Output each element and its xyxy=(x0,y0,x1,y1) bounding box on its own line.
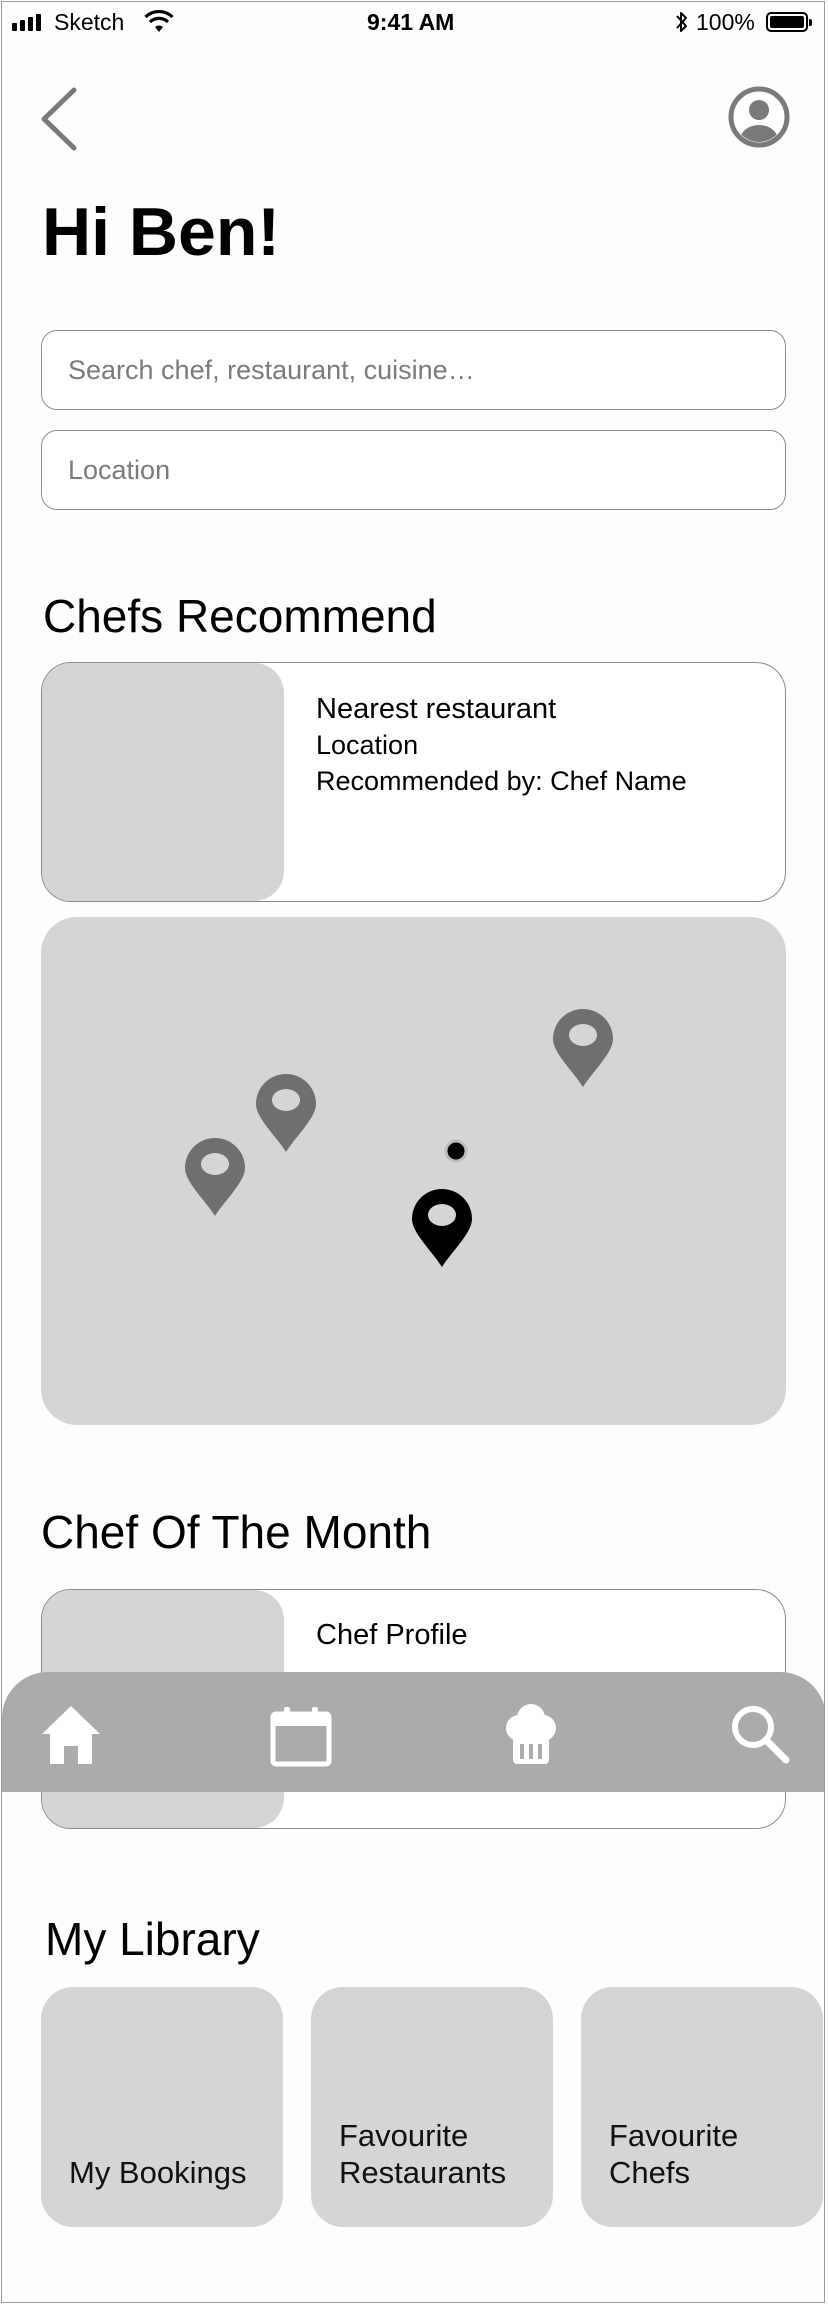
signal-icon xyxy=(12,14,41,31)
carrier-name: Sketch xyxy=(54,9,125,35)
library-tile-label: Favourite Restaurants xyxy=(339,2118,507,2190)
chefs-recommend-heading: Chefs Recommend xyxy=(43,590,437,642)
profile-avatar-icon[interactable] xyxy=(728,86,790,148)
user-location-dot xyxy=(444,1139,468,1163)
battery-icon xyxy=(766,12,812,32)
chef-hat-icon[interactable] xyxy=(499,1702,563,1766)
status-bar: Sketch 9:41 AM 100% xyxy=(2,2,824,42)
chef-of-month-heading: Chef Of The Month xyxy=(41,1506,432,1558)
library-tile-favourite-restaurants[interactable]: Favourite Restaurants xyxy=(311,1987,553,2227)
battery-percent: 100% xyxy=(696,9,755,35)
search-icon[interactable] xyxy=(728,1702,792,1766)
library-tile-favourite-chefs[interactable]: Favourite Chefs xyxy=(581,1987,823,2227)
my-library-heading: My Library xyxy=(45,1913,260,1965)
chef-profile-label: Chef Profile xyxy=(316,1619,468,1651)
map-pin-icon[interactable] xyxy=(552,1009,614,1089)
selected-map-pin-icon[interactable] xyxy=(411,1189,473,1269)
map-pin-icon[interactable] xyxy=(255,1074,317,1154)
phone-screen: Sketch 9:41 AM 100% Hi Ben! Chefs Recomm… xyxy=(1,1,825,2303)
recommended-restaurant-card[interactable]: Nearest restaurant Location Recommended … xyxy=(41,662,786,902)
library-tile-label: Favourite Chefs xyxy=(609,2118,739,2190)
search-input[interactable] xyxy=(41,330,786,410)
bluetooth-icon xyxy=(676,12,687,32)
restaurant-map[interactable] xyxy=(41,917,786,1425)
bottom-nav-bar xyxy=(2,1672,824,1792)
calendar-icon[interactable] xyxy=(270,1706,332,1768)
location-input[interactable] xyxy=(41,430,786,510)
library-tile-label: My Bookings xyxy=(69,2155,247,2190)
wifi-icon xyxy=(144,10,174,32)
restaurant-name: Nearest restaurant xyxy=(316,693,557,725)
restaurant-image-placeholder xyxy=(42,663,284,901)
recommended-by: Recommended by: Chef Name xyxy=(316,766,687,796)
back-chevron-icon[interactable] xyxy=(38,86,82,152)
restaurant-location: Location xyxy=(316,730,419,760)
home-icon[interactable] xyxy=(40,1704,102,1766)
library-tile-bookings[interactable]: My Bookings xyxy=(41,1987,283,2227)
status-time: 9:41 AM xyxy=(367,9,455,35)
map-pin-icon[interactable] xyxy=(184,1138,246,1218)
greeting-title: Hi Ben! xyxy=(42,194,280,270)
